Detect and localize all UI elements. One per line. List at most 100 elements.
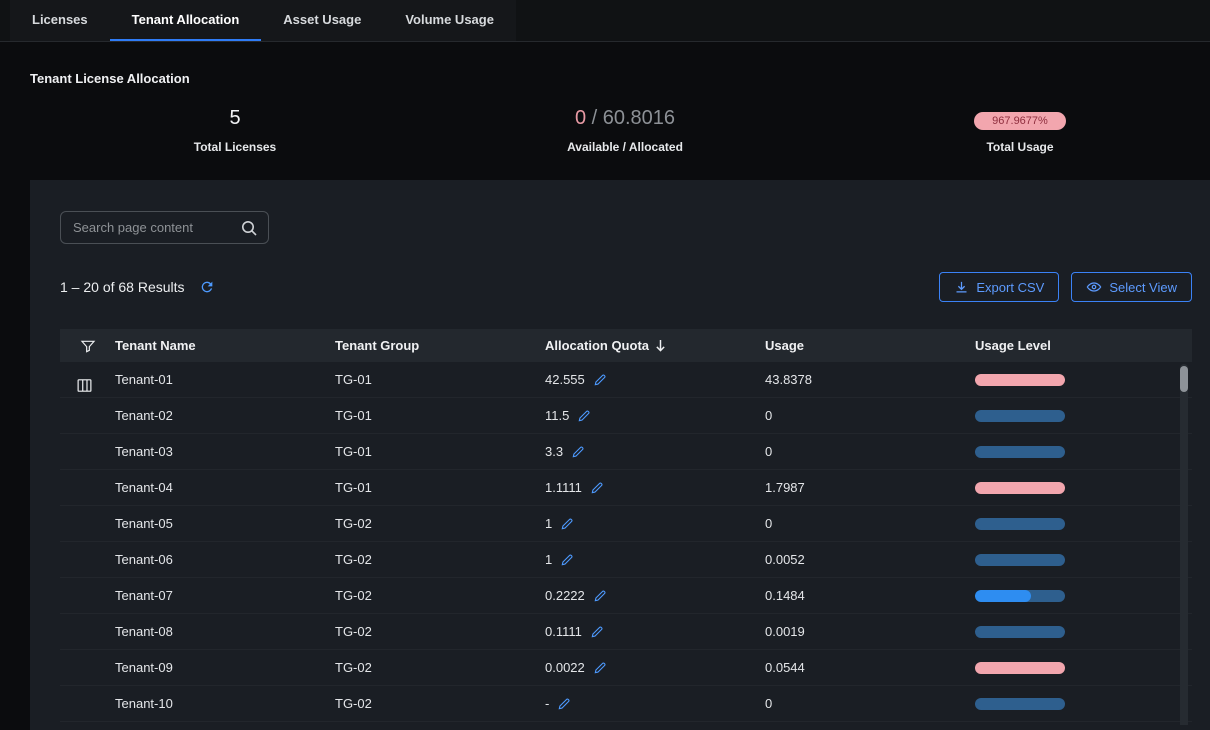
tab-tenant-allocation[interactable]: Tenant Allocation <box>110 0 262 41</box>
usage-level-bar <box>975 554 1065 566</box>
edit-quota-icon[interactable] <box>560 517 574 531</box>
download-icon <box>954 280 969 295</box>
column-header-usage[interactable]: Usage <box>765 338 975 353</box>
cell-usage-level <box>975 410 1192 422</box>
edit-quota-icon[interactable] <box>590 481 604 495</box>
cell-usage-level <box>975 554 1192 566</box>
toolbar-actions: Export CSV Select View <box>939 272 1192 302</box>
column-header-tenant-name[interactable]: Tenant Name <box>115 338 335 353</box>
cell-usage: 1.7987 <box>765 480 975 495</box>
cell-tenant-group: TG-01 <box>335 444 545 459</box>
cell-usage: 43.8378 <box>765 372 975 387</box>
column-settings-icon[interactable] <box>76 377 93 394</box>
edit-quota-icon[interactable] <box>571 445 585 459</box>
cell-allocation-quota: 42.555 <box>545 372 765 387</box>
available-allocated-label: Available / Allocated <box>470 140 780 154</box>
cell-allocation-quota: 11.5 <box>545 408 765 423</box>
usage-level-bar <box>975 590 1065 602</box>
edit-quota-icon[interactable] <box>593 589 607 603</box>
table-row[interactable]: Tenant-06 TG-02 1 0.0052 <box>60 542 1192 578</box>
table-header-row: Tenant Name Tenant Group Allocation Quot… <box>60 329 1192 362</box>
table-row[interactable]: Tenant-10 TG-02 - 0 <box>60 686 1192 722</box>
allocated-value: 60.8016 <box>603 107 675 129</box>
quota-value: 1.1111 <box>545 480 582 495</box>
edit-quota-icon[interactable] <box>560 553 574 567</box>
cell-usage-level <box>975 590 1192 602</box>
table-row[interactable]: Tenant-04 TG-01 1.1111 1.7987 <box>60 470 1192 506</box>
table-row[interactable]: Tenant-03 TG-01 3.3 0 <box>60 434 1192 470</box>
usage-level-fill <box>975 590 1031 602</box>
search-box[interactable] <box>60 211 269 244</box>
select-view-button[interactable]: Select View <box>1071 272 1192 302</box>
vertical-scrollbar[interactable] <box>1180 364 1188 725</box>
cell-tenant-group: TG-02 <box>335 624 545 639</box>
cell-usage-level <box>975 518 1192 530</box>
search-icon[interactable] <box>240 219 258 237</box>
cell-usage-level <box>975 374 1192 386</box>
tenant-allocation-panel: 1 – 20 of 68 Results Export CSV Select V… <box>30 180 1210 730</box>
usage-level-bar <box>975 626 1065 638</box>
cell-tenant-name: Tenant-03 <box>115 444 335 459</box>
results-toolbar: 1 – 20 of 68 Results Export CSV Select V… <box>60 272 1192 302</box>
quota-value: 11.5 <box>545 408 569 423</box>
available-value: 0 <box>575 107 586 129</box>
usage-level-bar <box>975 662 1065 674</box>
page-title: Tenant License Allocation <box>30 71 190 86</box>
stat-total-usage: 967.9677% Total Usage <box>910 104 1210 154</box>
column-header-allocation-quota[interactable]: Allocation Quota <box>545 338 765 353</box>
usage-level-bar <box>975 518 1065 530</box>
edit-quota-icon[interactable] <box>593 661 607 675</box>
refresh-icon[interactable] <box>199 279 215 295</box>
quota-value: - <box>545 696 549 711</box>
column-header-tenant-group[interactable]: Tenant Group <box>335 338 545 353</box>
edit-quota-icon[interactable] <box>577 409 591 423</box>
cell-allocation-quota: 0.1111 <box>545 624 765 639</box>
total-usage-label: Total Usage <box>910 140 1130 154</box>
cell-usage-level <box>975 662 1192 674</box>
table-row[interactable]: Tenant-05 TG-02 1 0 <box>60 506 1192 542</box>
cell-tenant-group: TG-02 <box>335 696 545 711</box>
table-row[interactable]: Tenant-02 TG-01 11.5 0 <box>60 398 1192 434</box>
tab-bar: Licenses Tenant Allocation Asset Usage V… <box>0 0 1210 42</box>
table-row[interactable]: Tenant-01 TG-01 42.555 43.8378 <box>60 362 1192 398</box>
usage-level-bar <box>975 374 1065 386</box>
quota-value: 0.2222 <box>545 588 585 603</box>
cell-tenant-group: TG-02 <box>335 588 545 603</box>
stat-available-allocated: 0 / 60.8016 Available / Allocated <box>470 104 780 154</box>
quota-value: 42.555 <box>545 372 585 387</box>
cell-tenant-group: TG-01 <box>335 408 545 423</box>
edit-quota-icon[interactable] <box>590 625 604 639</box>
table-row[interactable]: Tenant-08 TG-02 0.1111 0.0019 <box>60 614 1192 650</box>
tab-licenses[interactable]: Licenses <box>10 0 110 41</box>
scrollbar-thumb[interactable] <box>1180 366 1188 392</box>
eye-icon <box>1086 279 1102 295</box>
search-input[interactable] <box>73 220 249 235</box>
column-header-usage-level[interactable]: Usage Level <box>975 338 1192 353</box>
select-view-label: Select View <box>1109 280 1177 295</box>
table-body: Tenant-01 TG-01 42.555 43.8378 Tenant-02… <box>60 362 1192 722</box>
cell-allocation-quota: 3.3 <box>545 444 765 459</box>
cell-usage: 0 <box>765 408 975 423</box>
cell-usage: 0 <box>765 516 975 531</box>
tenant-table: Tenant Name Tenant Group Allocation Quot… <box>60 329 1192 725</box>
cell-usage: 0.1484 <box>765 588 975 603</box>
cell-tenant-name: Tenant-06 <box>115 552 335 567</box>
export-csv-button[interactable]: Export CSV <box>939 272 1059 302</box>
tab-volume-usage[interactable]: Volume Usage <box>383 0 516 41</box>
usage-level-bar <box>975 410 1065 422</box>
usage-level-bar <box>975 482 1065 494</box>
cell-tenant-group: TG-02 <box>335 516 545 531</box>
cell-tenant-name: Tenant-08 <box>115 624 335 639</box>
sort-descending-icon[interactable] <box>655 339 666 352</box>
quota-value: 3.3 <box>545 444 563 459</box>
cell-tenant-name: Tenant-05 <box>115 516 335 531</box>
usage-level-bar <box>975 698 1065 710</box>
tab-asset-usage[interactable]: Asset Usage <box>261 0 383 41</box>
filter-icon[interactable] <box>60 338 115 354</box>
total-usage-badge: 967.9677% <box>974 112 1066 130</box>
table-row[interactable]: Tenant-07 TG-02 0.2222 0.1484 <box>60 578 1192 614</box>
edit-quota-icon[interactable] <box>557 697 571 711</box>
table-row[interactable]: Tenant-09 TG-02 0.0022 0.0544 <box>60 650 1192 686</box>
edit-quota-icon[interactable] <box>593 373 607 387</box>
cell-usage-level <box>975 446 1192 458</box>
